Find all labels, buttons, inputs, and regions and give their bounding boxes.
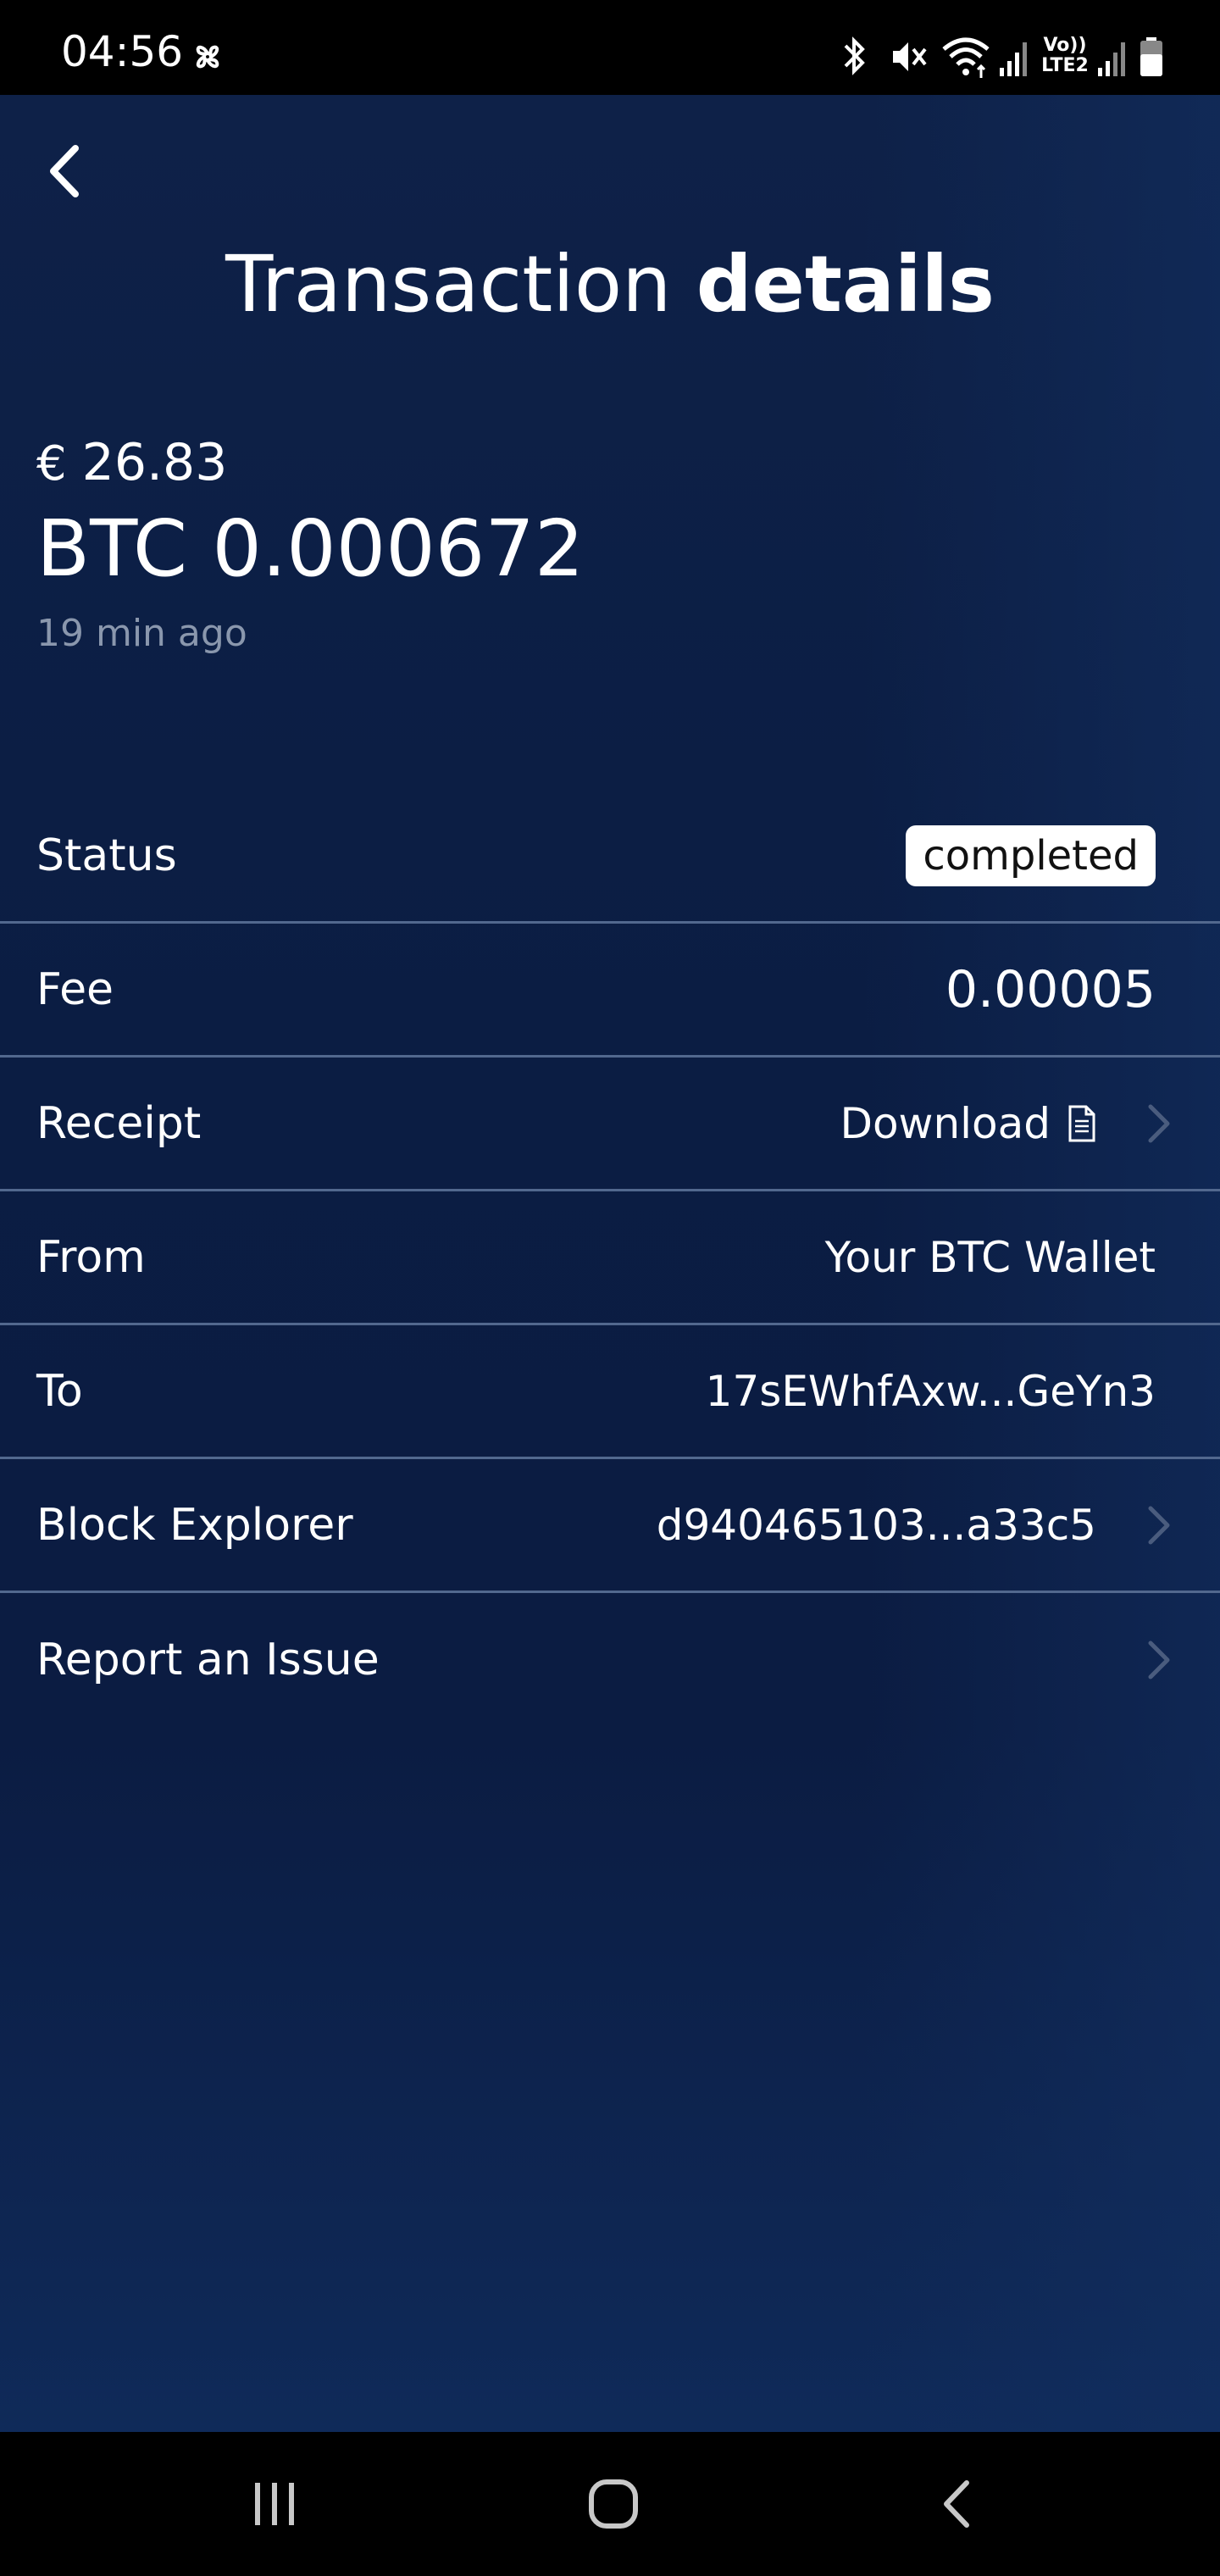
to-value: 17sEWhfAxw...GeYn3 [705,1366,1156,1416]
to-row: To 17sEWhfAxw...GeYn3 [0,1325,1220,1459]
fee-row: Fee 0.00005 [0,924,1220,1058]
volte-lte2-icon: Vo)) LTE2 [1039,36,1091,80]
status-badge: completed [906,824,1156,886]
block-explorer-label: Block Explorer [36,1499,353,1551]
currency-symbol: € [36,436,67,491]
report-issue-row[interactable]: Report an Issue [0,1593,1220,1727]
from-label: From [36,1231,146,1283]
chevron-left-icon [50,145,79,197]
fee-value: 0.00005 [945,959,1156,1019]
screen: 04:56 Vo)) LTE2 Transaction details € 26… [0,0,1220,2576]
block-explorer-row[interactable]: Block Explorer d940465103...a33c5 [0,1459,1220,1593]
pinwheel-icon [196,45,219,69]
home-icon [589,2479,638,2529]
receipt-label: Receipt [36,1097,202,1149]
signal-icon [1000,42,1027,76]
details-list: Status completed Fee 0.00005 Receipt Dow… [0,790,1220,1727]
transaction-details-screen: Transaction details €26.83 BTC 0.000672 … [0,95,1220,2432]
status-row: Status completed [0,790,1220,924]
wifi-icon [942,37,990,78]
bluetooth-icon [844,36,865,75]
chevron-right-icon [1148,1641,1170,1679]
back-button[interactable] [30,129,98,214]
receipt-download[interactable]: Download [840,1102,1096,1145]
from-row: From Your BTC Wallet [0,1191,1220,1325]
chevron-right-icon [1148,1506,1170,1544]
battery-icon [1140,37,1162,76]
page-title-regular: Transaction [225,239,672,330]
back-icon [944,2480,969,2528]
fiat-amount: €26.83 [36,437,227,488]
status-label: Status [36,830,177,881]
time-ago: 19 min ago [36,612,247,655]
recent-apps-button[interactable] [190,2432,359,2576]
page-title: Transaction details [0,246,1220,324]
report-issue-label: Report an Issue [36,1635,380,1685]
page-title-bold: details [696,239,995,330]
home-button[interactable] [529,2432,698,2576]
receipt-row[interactable]: Receipt Download [0,1058,1220,1191]
from-value: Your BTC Wallet [824,1232,1156,1282]
to-label: To [36,1365,83,1417]
status-bar: 04:56 Vo)) LTE2 [0,0,1220,95]
signal-icon-2 [1098,42,1125,76]
chevron-right-icon [1148,1104,1170,1142]
fee-label: Fee [36,963,114,1015]
system-back-button[interactable] [873,2432,1042,2576]
crypto-amount: BTC 0.000672 [36,503,585,594]
status-time: 04:56 [61,27,184,76]
receipt-download-label: Download [840,1098,1051,1148]
fiat-amount-value: 26.83 [81,433,228,492]
recent-apps-icon [255,2483,294,2525]
document-icon [1068,1105,1095,1141]
navigation-bar [0,2432,1220,2576]
block-explorer-value: d940465103...a33c5 [656,1500,1096,1550]
volte-label: Vo)) [1043,35,1087,56]
mute-icon [893,42,927,71]
lte-label: LTE2 [1041,55,1089,76]
